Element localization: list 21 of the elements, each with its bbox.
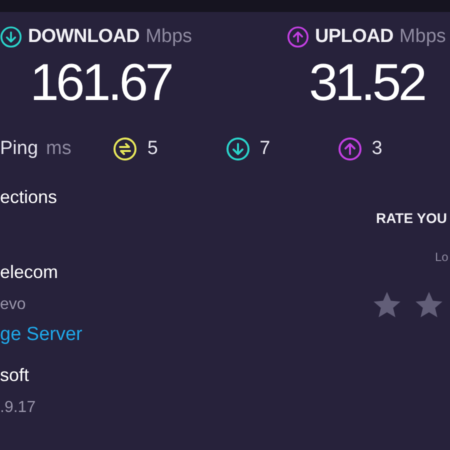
change-server-link[interactable]: ge Server [0,324,372,346]
speed-value: 161.67 [30,56,172,110]
rating-title: RATE YOU [376,210,448,226]
ping-label: Ping [0,138,38,160]
unit-label: Mbps [399,26,446,48]
star-icon[interactable] [414,290,444,320]
unit-label: Mbps [146,26,192,48]
provider-name: elecom [0,261,60,283]
section-title: ections [0,186,58,208]
unit-label: ms [46,138,72,160]
ping-value: 5 [147,138,158,160]
speed-value: 31.52 [309,56,424,110]
metric-label: DOWNLOAD [28,26,140,48]
server-name: soft [0,364,30,386]
provider-location: evo [0,295,27,315]
ping-value: 7 [260,138,270,160]
ping-value: 3 [372,138,382,160]
star-icon[interactable] [372,290,402,320]
metric-label: UPLOAD [315,26,394,48]
scale-label: Lo [435,250,450,264]
server-location: .9.17 [0,398,37,418]
